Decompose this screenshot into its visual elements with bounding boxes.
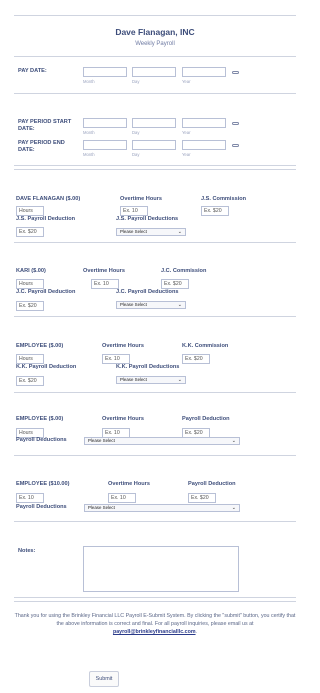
pay-date-label: PAY DATE: xyxy=(18,68,47,74)
employee-name-label: EMPLOYEE ($.00) xyxy=(16,416,64,422)
commission-label: J.S. Commission xyxy=(201,196,247,202)
select-value: Please Select xyxy=(88,438,115,443)
hours-input[interactable]: Ex. 10 xyxy=(16,493,44,503)
notes-textarea[interactable] xyxy=(83,546,239,592)
payroll-deduction-label: Payroll Deduction xyxy=(188,481,236,487)
divider xyxy=(14,392,296,393)
end-year-sublabel: Year xyxy=(182,152,191,157)
disclaimer-period: . xyxy=(195,629,198,635)
payroll-deductions-label: Payroll Deductions xyxy=(16,437,67,443)
start-month-input[interactable] xyxy=(83,118,127,128)
pay-date-year-input[interactable] xyxy=(182,67,226,77)
payroll-deductions-select[interactable]: Please Select ⌄ xyxy=(84,437,240,445)
commission-label: J.C. Commission xyxy=(161,268,207,274)
payroll-deductions-select[interactable]: Please Select ⌄ xyxy=(116,376,186,384)
overtime-label: Overtime Hours xyxy=(83,268,125,274)
employee-name-label: EMPLOYEE ($.00) xyxy=(16,343,64,349)
chevron-down-icon: ⌄ xyxy=(231,505,236,511)
select-value: Please Select xyxy=(120,229,147,234)
commission-label: K.K. Commission xyxy=(182,343,229,349)
payroll-deductions-label: J.C. Payroll Deductions xyxy=(116,289,179,295)
start-day-input[interactable] xyxy=(132,118,176,128)
payroll-deductions-label: K.K. Payroll Deductions xyxy=(116,364,180,370)
end-day-input[interactable] xyxy=(132,140,176,150)
pay-date-day-sublabel: Day xyxy=(132,79,140,84)
header-top-rule xyxy=(14,15,296,16)
notes-label: Notes: xyxy=(18,548,36,554)
payroll-deduction-input[interactable]: Ex. $20 xyxy=(16,376,44,386)
payroll-deduction-label: J.S. Payroll Deduction xyxy=(16,216,76,222)
overtime-label: Overtime Hours xyxy=(120,196,162,202)
submit-button[interactable]: Submit xyxy=(89,671,119,687)
page-title: Dave Flanagan, INC xyxy=(115,27,195,37)
payroll-deduction-input[interactable]: Ex. $20 xyxy=(188,493,216,503)
start-year-input[interactable] xyxy=(182,118,226,128)
header-bottom-rule xyxy=(14,56,296,57)
divider xyxy=(14,169,296,170)
overtime-label: Overtime Hours xyxy=(102,343,144,349)
divider xyxy=(14,521,296,522)
start-calendar-icon[interactable] xyxy=(232,122,239,125)
divider xyxy=(14,165,296,166)
commission-input[interactable]: Ex. $20 xyxy=(161,279,189,289)
pay-date-month-sublabel: Month xyxy=(83,79,95,84)
pay-date-day-input[interactable] xyxy=(132,67,176,77)
page-subtitle: Weekly Payroll xyxy=(135,41,175,47)
divider xyxy=(14,601,296,602)
chevron-down-icon: ⌄ xyxy=(177,229,182,235)
divider xyxy=(14,242,296,243)
employee-name-label: EMPLOYEE ($10.00) xyxy=(16,481,70,487)
payroll-deduction-label: Payroll Deduction xyxy=(182,416,230,422)
start-month-sublabel: Month xyxy=(83,130,95,135)
overtime-label: Overtime Hours xyxy=(102,416,144,422)
employee-name-label: KARI ($.00) xyxy=(16,268,46,274)
overtime-input[interactable]: Ex. 10 xyxy=(120,206,148,216)
divider xyxy=(14,455,296,456)
end-day-sublabel: Day xyxy=(132,152,140,157)
divider xyxy=(14,316,296,317)
pay-period-end-label: PAY PERIOD END DATE: xyxy=(18,140,65,153)
overtime-input[interactable]: Ex. 10 xyxy=(108,493,136,503)
payroll-deductions-label: J.S. Payroll Deductions xyxy=(116,216,179,222)
chevron-down-icon: ⌄ xyxy=(177,377,182,383)
payroll-deduction-input[interactable]: Ex. $20 xyxy=(16,301,44,311)
pay-date-month-input[interactable] xyxy=(83,67,127,77)
start-day-sublabel: Day xyxy=(132,130,140,135)
divider xyxy=(14,597,296,598)
payroll-deductions-select[interactable]: Please Select ⌄ xyxy=(116,301,186,309)
commission-input[interactable]: Ex. $20 xyxy=(182,354,210,364)
hours-input[interactable]: Hours xyxy=(16,206,44,216)
pay-date-calendar-icon[interactable] xyxy=(232,71,239,74)
pay-period-start-label: PAY PERIOD START DATE: xyxy=(18,119,72,132)
payroll-deduction-input[interactable]: Ex. $20 xyxy=(16,227,44,237)
select-value: Please Select xyxy=(88,505,115,510)
start-year-sublabel: Year xyxy=(182,130,191,135)
email-link[interactable]: payroll@brinkleyfinancialllc.com xyxy=(113,629,196,635)
divider xyxy=(14,93,296,94)
select-value: Please Select xyxy=(120,302,147,307)
hours-input[interactable]: Hours xyxy=(16,354,44,364)
pay-date-year-sublabel: Year xyxy=(182,79,191,84)
chevron-down-icon: ⌄ xyxy=(177,302,182,308)
overtime-input[interactable]: Ex. 10 xyxy=(102,354,130,364)
end-calendar-icon[interactable] xyxy=(232,144,239,147)
disclaimer-text: Thank you for using the Brinkley Financi… xyxy=(14,612,296,636)
employee-name-label: DAVE FLANAGAN ($.00) xyxy=(16,196,81,202)
hours-input[interactable]: Hours xyxy=(16,279,44,289)
end-year-input[interactable] xyxy=(182,140,226,150)
commission-input[interactable]: Ex. $20 xyxy=(201,206,229,216)
payroll-deduction-label: K.K. Payroll Deduction xyxy=(16,364,77,370)
payroll-deductions-label: Payroll Deductions xyxy=(16,504,67,510)
overtime-input[interactable]: Ex. 10 xyxy=(91,279,119,289)
payroll-deductions-select[interactable]: Please Select ⌄ xyxy=(116,228,186,236)
select-value: Please Select xyxy=(120,377,147,382)
chevron-down-icon: ⌄ xyxy=(231,438,236,444)
payroll-deductions-select[interactable]: Please Select ⌄ xyxy=(84,504,240,512)
end-month-input[interactable] xyxy=(83,140,127,150)
overtime-label: Overtime Hours xyxy=(108,481,150,487)
payroll-deduction-label: J.C. Payroll Deduction xyxy=(16,289,76,295)
end-month-sublabel: Month xyxy=(83,152,95,157)
disclaimer-body: Thank you for using the Brinkley Financi… xyxy=(14,613,296,627)
